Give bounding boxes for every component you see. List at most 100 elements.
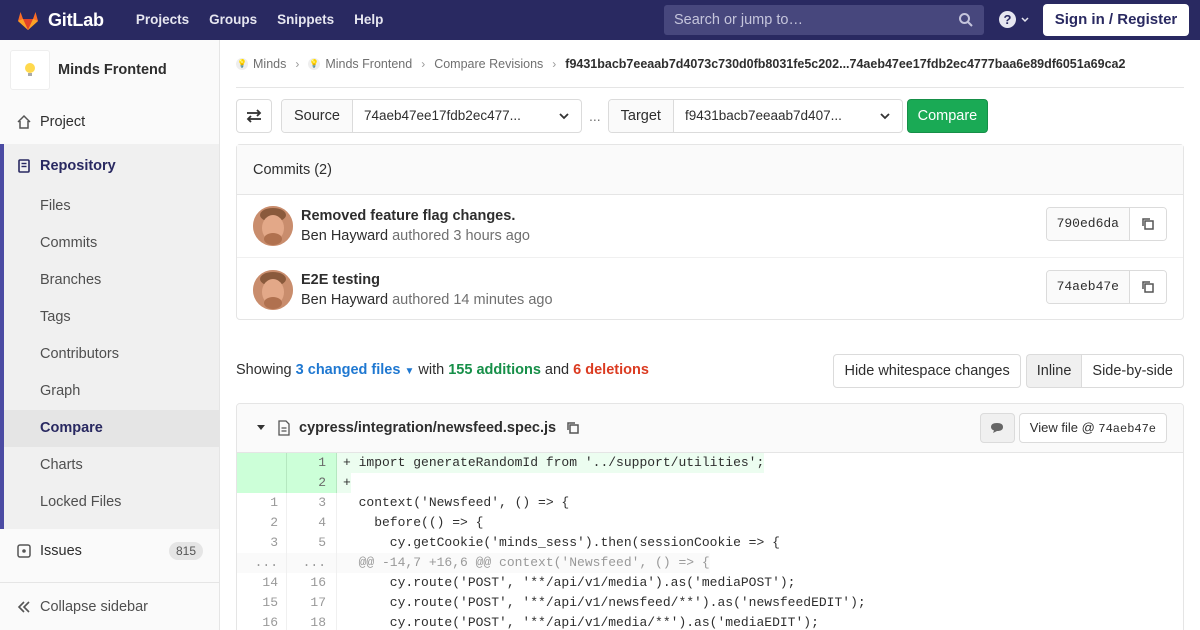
new-line-number[interactable]: 16 xyxy=(287,573,337,593)
copy-icon xyxy=(1142,218,1154,230)
new-line-number[interactable]: 2 xyxy=(287,473,337,493)
new-line-number[interactable]: 17 xyxy=(287,593,337,613)
nav-snippets[interactable]: Snippets xyxy=(269,0,342,40)
old-line-number[interactable]: ... xyxy=(237,553,287,573)
sidebar-item-repository[interactable]: Repository xyxy=(4,144,219,188)
source-dropdown[interactable]: 74aeb47ee17fdb2ec477... xyxy=(353,100,581,132)
commit-author[interactable]: Ben Hayward xyxy=(301,292,388,308)
gitlab-logo[interactable]: GitLab xyxy=(16,0,104,40)
new-line-number[interactable]: 1 xyxy=(287,453,337,473)
commit-title[interactable]: Removed feature flag changes. xyxy=(301,208,530,224)
sidebar-item-files[interactable]: Files xyxy=(4,188,219,225)
file-icon xyxy=(278,420,290,436)
caret-down-icon[interactable] xyxy=(255,423,267,433)
nav-groups[interactable]: Groups xyxy=(201,0,265,40)
line-content: cy.route('POST', '**/api/v1/media').as('… xyxy=(343,575,796,590)
breadcrumb-item-minds[interactable]: Minds xyxy=(253,57,286,71)
target-dropdown[interactable]: f9431bacb7eeaab7d407... xyxy=(674,100,902,132)
diff-line: 2 + xyxy=(237,473,1183,493)
help-icon: ? xyxy=(999,11,1016,28)
project-avatar xyxy=(10,50,50,90)
old-line-number[interactable] xyxy=(237,453,287,473)
old-line-number[interactable]: 14 xyxy=(237,573,287,593)
line-content: + xyxy=(337,473,351,493)
stats-with: with xyxy=(418,362,445,378)
old-line-number[interactable]: 15 xyxy=(237,593,287,613)
commit-time: 14 minutes ago xyxy=(453,291,553,308)
stats-showing: Showing xyxy=(236,362,292,378)
copy-sha-button[interactable] xyxy=(1130,208,1166,240)
brand-name: GitLab xyxy=(48,9,104,30)
breadcrumb-current[interactable]: f9431bacb7eeaab7d4073c730d0fb8031fe5c202… xyxy=(565,57,1125,71)
new-line-number[interactable]: 3 xyxy=(287,493,337,513)
commit-row: E2E testing Ben Hayward authored 14 minu… xyxy=(237,258,1183,321)
view-file-button[interactable]: View file @ 74aeb47e xyxy=(1018,413,1167,443)
sidebar-item-issues[interactable]: Issues 815 xyxy=(0,529,219,573)
sidebar-item-project[interactable]: Project xyxy=(0,100,219,144)
diff-view-options: Hide whitespace changes Inline Side-by-s… xyxy=(833,354,1184,388)
swap-revisions-button[interactable] xyxy=(236,99,272,133)
diff-file-header: cypress/integration/newsfeed.spec.js Vie… xyxy=(237,404,1183,453)
author-avatar[interactable] xyxy=(253,206,293,246)
help-dropdown[interactable]: ? xyxy=(999,11,1030,28)
sidebar-project-header[interactable]: Minds Frontend xyxy=(0,40,219,100)
line-content: + import generateRandomId from '../suppo… xyxy=(337,453,765,473)
old-line-number[interactable]: 3 xyxy=(237,533,287,553)
author-avatar[interactable] xyxy=(253,269,293,310)
changed-files-label: 3 changed files xyxy=(295,362,401,378)
sidebar-item-branches[interactable]: Branches xyxy=(4,262,219,299)
source-ref-selector[interactable]: Source 74aeb47ee17fdb2ec477... xyxy=(281,99,582,133)
chevron-right-icon: › xyxy=(295,56,300,71)
new-line-number[interactable]: 4 xyxy=(287,513,337,533)
inline-view-button[interactable]: Inline xyxy=(1025,354,1082,388)
file-path[interactable]: cypress/integration/newsfeed.spec.js xyxy=(299,420,556,436)
compare-button[interactable]: Compare xyxy=(906,99,988,133)
sidebar-item-locked-files[interactable]: Locked Files xyxy=(4,484,219,521)
search-input[interactable]: Search or jump to… xyxy=(664,5,984,35)
breadcrumb-item-compare-revisions[interactable]: Compare Revisions xyxy=(434,57,543,71)
new-line-number[interactable]: 5 xyxy=(287,533,337,553)
sidebar-item-compare[interactable]: Compare xyxy=(4,410,219,447)
commit-sha-button[interactable]: 74aeb47e xyxy=(1046,271,1130,303)
commit-author[interactable]: Ben Hayward xyxy=(301,228,388,244)
sidebar-item-graph[interactable]: Graph xyxy=(4,373,219,410)
hide-whitespace-button[interactable]: Hide whitespace changes xyxy=(833,354,1021,388)
sidebar-item-contributors[interactable]: Contributors xyxy=(4,336,219,373)
chevron-right-icon: › xyxy=(552,56,557,71)
view-file-label: View file @ xyxy=(1029,420,1095,435)
target-label: Target xyxy=(608,100,674,132)
deletions-count: 6 deletions xyxy=(573,362,649,378)
commit-sha-button[interactable]: 790ed6da xyxy=(1046,208,1130,240)
copy-icon[interactable] xyxy=(566,421,580,435)
diff-line: 15 17 cy.route('POST', '**/api/v1/newsfe… xyxy=(237,593,1183,613)
commit-title[interactable]: E2E testing xyxy=(301,272,553,288)
project-name: Minds Frontend xyxy=(58,62,167,78)
nav-projects[interactable]: Projects xyxy=(128,0,197,40)
commit-verb: authored xyxy=(392,291,450,308)
target-value: f9431bacb7eeaab7d407... xyxy=(684,108,842,123)
side-by-side-view-button[interactable]: Side-by-side xyxy=(1081,354,1184,388)
signin-register-button[interactable]: Sign in / Register xyxy=(1043,4,1189,36)
old-line-number[interactable]: 2 xyxy=(237,513,287,533)
diff-file: cypress/integration/newsfeed.spec.js Vie… xyxy=(236,403,1184,630)
copy-sha-button[interactable] xyxy=(1130,271,1166,303)
additions-count: 155 additions xyxy=(448,362,541,378)
breadcrumb-item-minds-frontend[interactable]: Minds Frontend xyxy=(325,57,412,71)
new-line-number[interactable]: ... xyxy=(287,553,337,573)
toggle-comments-button[interactable] xyxy=(979,413,1015,443)
changed-files-dropdown[interactable]: 3 changed files ▼ xyxy=(296,362,415,378)
file-actions: View file @ 74aeb47e xyxy=(979,413,1167,443)
nav-help[interactable]: Help xyxy=(346,0,391,40)
old-line-number[interactable] xyxy=(237,473,287,493)
target-ref-selector[interactable]: Target f9431bacb7eeaab7d407... xyxy=(607,99,903,133)
collapse-sidebar-button[interactable]: Collapse sidebar xyxy=(0,582,219,630)
sidebar-item-charts[interactable]: Charts xyxy=(4,447,219,484)
commit-sha-group: 74aeb47e xyxy=(1045,270,1167,304)
sidebar-item-tags[interactable]: Tags xyxy=(4,299,219,336)
source-value: 74aeb47ee17fdb2ec477... xyxy=(363,108,521,123)
new-line-number[interactable]: 18 xyxy=(287,613,337,630)
old-line-number[interactable]: 16 xyxy=(237,613,287,630)
old-line-number[interactable]: 1 xyxy=(237,493,287,513)
view-file-sha: 74aeb47e xyxy=(1098,422,1156,436)
sidebar-item-commits[interactable]: Commits xyxy=(4,225,219,262)
